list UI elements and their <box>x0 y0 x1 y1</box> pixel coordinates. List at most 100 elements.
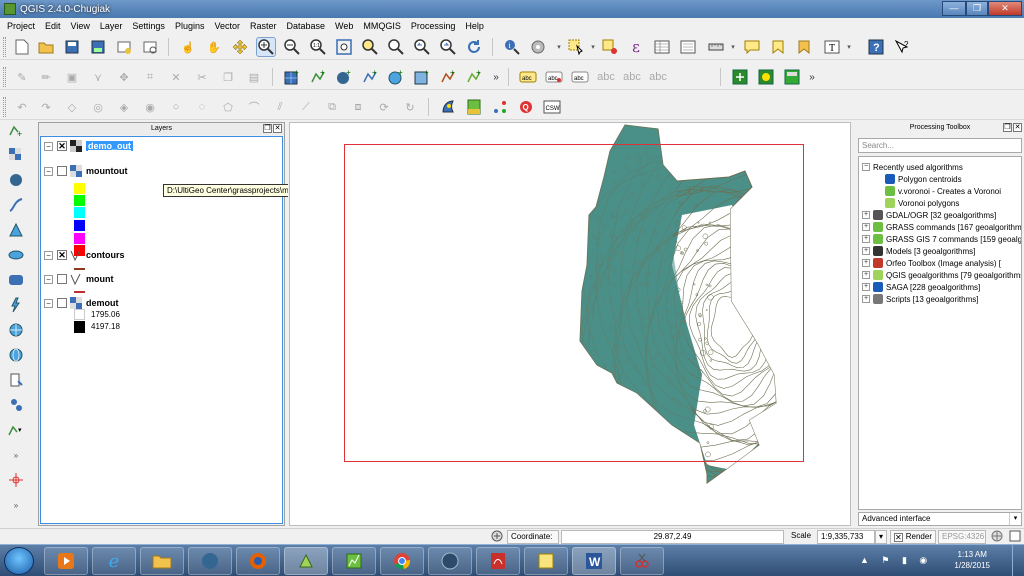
toolbar-overflow-icon[interactable]: » <box>490 67 502 87</box>
copy-features-icon[interactable]: ❐ <box>218 67 238 87</box>
layer-name[interactable]: demout <box>86 298 119 308</box>
text-annotation-icon[interactable]: T <box>822 37 842 57</box>
quick-search-icon[interactable]: Q <box>516 97 536 117</box>
toolbar-grip[interactable] <box>3 97 6 117</box>
word-icon[interactable]: W <box>572 547 616 575</box>
layer-name[interactable]: mountout <box>86 166 127 176</box>
layer-row-mountout[interactable]: − mountout <box>44 164 127 178</box>
menu-mmqgis[interactable]: MMQGIS <box>358 21 406 31</box>
collapse-icon[interactable]: − <box>862 163 870 171</box>
merge-attributes-icon[interactable]: ⧈ <box>348 97 368 117</box>
algorithm-tree-item[interactable]: − Recently used algorithms <box>862 161 963 173</box>
chevron-down-icon[interactable]: ▾ <box>588 37 598 57</box>
show-hide-labels-icon[interactable]: abc <box>570 67 590 87</box>
field-calculator-icon[interactable]: ε <box>626 37 646 57</box>
toolbar-overflow-icon[interactable]: » <box>6 495 26 515</box>
close-button[interactable]: ✕ <box>988 1 1022 16</box>
select-features-icon[interactable] <box>566 37 586 57</box>
collapse-icon[interactable]: − <box>44 274 53 284</box>
reshape-features-icon[interactable]: ⬠ <box>218 97 238 117</box>
collapse-icon[interactable]: − <box>44 166 53 176</box>
label-tool-icon[interactable]: abc <box>518 67 538 87</box>
expand-icon[interactable]: + <box>862 247 870 255</box>
algorithm-tree-item[interactable]: Voronoi polygons <box>885 197 959 209</box>
layer-visibility-checkbox[interactable] <box>57 298 67 308</box>
collapse-icon[interactable]: − <box>44 298 53 308</box>
expand-icon[interactable]: + <box>862 259 870 267</box>
raster-calculator-icon[interactable] <box>782 67 802 87</box>
menu-raster[interactable]: Raster <box>245 21 282 31</box>
add-mssql-layer-icon[interactable] <box>6 220 26 240</box>
touch-zoom-icon[interactable]: ☝ <box>178 37 198 57</box>
menu-plugins[interactable]: Plugins <box>170 21 210 31</box>
layer-row-demo-out[interactable]: − ✕ demo_out <box>44 139 282 153</box>
toolbar-overflow-icon[interactable]: » <box>6 445 26 465</box>
chevron-down-icon[interactable]: ▾ <box>875 530 887 544</box>
refresh-icon[interactable] <box>464 37 484 57</box>
toolbar-grip[interactable] <box>3 67 6 87</box>
new-project-icon[interactable] <box>12 37 32 57</box>
layer-name[interactable]: demo_out <box>86 141 134 151</box>
crs-icon[interactable] <box>988 530 1004 544</box>
menu-help[interactable]: Help <box>460 21 489 31</box>
start-button[interactable] <box>4 547 34 575</box>
notes-icon[interactable] <box>524 547 568 575</box>
cut-features-icon[interactable]: ✂ <box>192 67 212 87</box>
internet-explorer-icon[interactable]: e <box>92 547 136 575</box>
algorithm-tree-item[interactable]: + GRASS commands [167 geoalgorithms] <box>862 221 1021 233</box>
georeferencer-icon[interactable] <box>730 67 750 87</box>
zoom-in-icon[interactable] <box>256 37 276 57</box>
chevron-down-icon[interactable]: ▾ <box>844 37 854 57</box>
paste-features-icon[interactable]: ▤ <box>244 67 264 87</box>
firefox-icon[interactable] <box>236 547 280 575</box>
menu-settings[interactable]: Settings <box>127 21 170 31</box>
show-desktop-button[interactable] <box>1012 545 1024 576</box>
change-label-icon[interactable]: abc <box>648 67 668 87</box>
expand-icon[interactable]: + <box>862 295 870 303</box>
node-tool-icon[interactable]: ⌗ <box>140 67 160 87</box>
expand-icon[interactable]: + <box>862 223 870 231</box>
map-canvas[interactable] <box>289 122 851 526</box>
algorithm-tree-item[interactable]: + GRASS GIS 7 commands [159 geoalgorithms… <box>862 233 1021 245</box>
new-temporary-layer-icon[interactable]: ▾ <box>6 420 26 440</box>
heatmap-icon[interactable] <box>756 67 776 87</box>
minimize-button[interactable]: — <box>942 1 966 16</box>
menu-project[interactable]: Project <box>2 21 40 31</box>
measure-line-icon[interactable] <box>706 37 726 57</box>
file-explorer-icon[interactable] <box>140 547 184 575</box>
messages-icon[interactable] <box>1006 530 1022 544</box>
simplify-feature-icon[interactable]: ◇ <box>62 97 82 117</box>
add-vector-layer-icon[interactable]: + <box>6 120 26 140</box>
chrome-icon[interactable] <box>380 547 424 575</box>
new-shapefile-icon[interactable] <box>6 395 26 415</box>
layer-visibility-checkbox[interactable] <box>57 274 67 284</box>
layer-name[interactable]: contours <box>86 250 125 260</box>
layer-visibility-checkbox[interactable] <box>57 166 67 176</box>
processing-search-input[interactable]: Search... <box>858 138 1022 153</box>
algorithm-tree-item[interactable]: + SAGA [228 geoalgorithms] <box>862 281 980 293</box>
scale-combobox[interactable]: 1:9,335,733 <box>817 530 875 544</box>
add-db2-layer-icon[interactable] <box>6 270 26 290</box>
add-wfs-layer-icon[interactable]: + <box>438 67 458 87</box>
whats-this-icon[interactable]: ? <box>892 37 912 57</box>
open-project-icon[interactable] <box>36 37 56 57</box>
expand-icon[interactable]: + <box>862 283 870 291</box>
add-oracle-layer-icon[interactable] <box>6 245 26 265</box>
close-icon[interactable]: ✕ <box>273 124 282 133</box>
identify-features-icon[interactable]: i <box>502 37 522 57</box>
current-edits-icon[interactable]: ✎ <box>12 67 32 87</box>
delete-part-icon[interactable]: ◌ <box>192 97 212 117</box>
toggle-editing-icon[interactable]: ✏ <box>36 67 56 87</box>
add-postgis-layer-icon[interactable]: + <box>334 67 354 87</box>
collapse-icon[interactable]: − <box>44 141 53 151</box>
delete-selected-icon[interactable]: ✕ <box>166 67 186 87</box>
menu-processing[interactable]: Processing <box>406 21 461 31</box>
menu-view[interactable]: View <box>66 21 95 31</box>
pan-to-selection-icon[interactable] <box>230 37 250 57</box>
undock-icon[interactable]: ❐ <box>263 124 272 133</box>
layer-name[interactable]: mount <box>86 274 114 284</box>
rotate-symbols-icon[interactable]: ⟳ <box>374 97 394 117</box>
add-ring-icon[interactable]: ◎ <box>88 97 108 117</box>
statistics-icon[interactable] <box>678 37 698 57</box>
chevron-down-icon[interactable]: ▾ <box>728 37 738 57</box>
